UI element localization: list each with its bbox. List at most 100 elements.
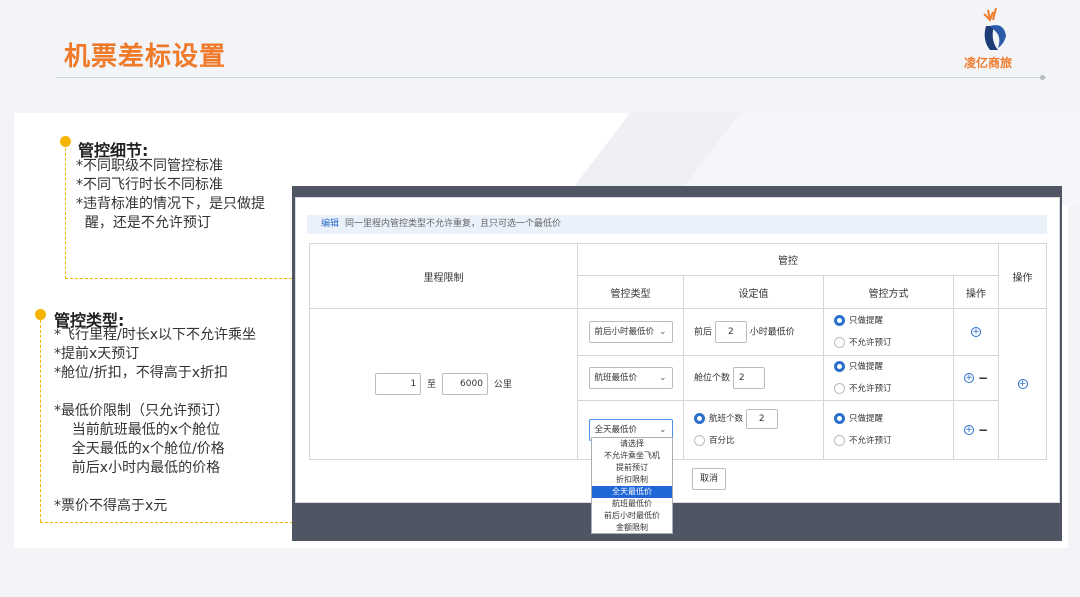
select-value: 航班最低价 <box>594 373 638 383</box>
mode-block-option[interactable]: 不允许预订 <box>834 332 953 354</box>
mode-block-option[interactable]: 不允许预订 <box>834 430 953 452</box>
type-cell: 航班最低价 ⌄ <box>577 355 684 401</box>
value-mode-percent-option[interactable]: 百分比 <box>694 430 823 452</box>
radio-label: 不允许预订 <box>849 338 892 348</box>
header-control-type: 管控类型 <box>577 275 684 309</box>
select-value: 前后小时最低价 <box>594 327 655 337</box>
chevron-down-icon: ⌄ <box>658 327 667 337</box>
note-type-line: 全天最低的x个舱位/价格 <box>54 441 225 457</box>
row-action-cell: + − <box>953 400 999 460</box>
note-detail-dot <box>60 136 71 147</box>
dropdown-option[interactable]: 金额限制 <box>592 522 672 534</box>
hint-text: 同一里程内管控类型不允许重复，且只可选一个最低价 <box>345 219 562 229</box>
note-type-dot <box>35 309 46 320</box>
note-detail-list: *不同职级不同管控标准 *不同飞行时长不同标准 *违背标准的情况下，是只做提 醒… <box>76 157 265 233</box>
mode-block-option[interactable]: 不允许预订 <box>834 378 953 400</box>
note-type-line <box>54 383 256 402</box>
add-row-icon[interactable]: + <box>963 373 974 383</box>
control-type-dropdown[interactable]: 请选择 不允许乘坐飞机 提前预订 折扣限制 全天最低价 航班最低价 前后小时最低… <box>591 437 673 534</box>
value-cell: 舱位个数 2 <box>683 355 824 401</box>
header-control: 管控 <box>577 243 999 276</box>
mode-remind-option[interactable]: 只做提醒 <box>834 356 953 378</box>
dropdown-option[interactable]: 折扣限制 <box>592 474 672 486</box>
value-input[interactable]: 2 <box>732 367 765 389</box>
value-suffix: 小时最低价 <box>749 327 795 338</box>
add-range-icon[interactable]: + <box>1017 378 1028 389</box>
radio-label: 不允许预订 <box>849 436 892 446</box>
dropdown-option[interactable]: 前后小时最低价 <box>592 510 672 522</box>
mileage-cell: 1 至 6000 公里 <box>309 308 578 460</box>
chevron-down-icon: ⌄ <box>658 373 667 383</box>
note-type-line <box>54 478 256 497</box>
dropdown-option-selected[interactable]: 全天最低价 <box>592 486 672 498</box>
note-type-list: *飞行里程/时长x以下不允许乘坐 *提前x天预订 *舱位/折扣，不得高于x折扣 … <box>54 326 256 516</box>
mode-cell: 只做提醒 不允许预订 <box>823 400 954 460</box>
radio-label: 航班个数 <box>709 414 744 424</box>
note-detail-line: *不同飞行时长不同标准 <box>76 177 223 193</box>
mileage-unit: 公里 <box>493 379 512 390</box>
radio-label: 只做提醒 <box>849 316 884 326</box>
header-action-inner: 操作 <box>953 275 999 309</box>
slide-title: 机票差标设置 <box>64 42 227 72</box>
cancel-button[interactable]: 取消 <box>692 468 726 490</box>
title-divider-end <box>1040 75 1045 80</box>
mode-cell: 只做提醒 不允许预订 <box>823 308 954 356</box>
select-value: 全天最低价 <box>594 425 638 435</box>
mode-remind-option[interactable]: 只做提醒 <box>834 310 953 332</box>
note-type-line: *票价不得高于x元 <box>54 498 168 514</box>
control-type-select[interactable]: 航班最低价 ⌄ <box>588 367 673 389</box>
radio-label: 只做提醒 <box>849 414 884 424</box>
company-logo: 凌亿商旅 <box>960 4 1040 72</box>
dropdown-option[interactable]: 不允许乘坐飞机 <box>592 450 672 462</box>
header-mileage: 里程限制 <box>309 243 578 309</box>
remove-row-icon[interactable]: − <box>978 423 988 437</box>
value-input[interactable]: 2 <box>745 408 778 429</box>
radio-selected-icon <box>834 361 845 372</box>
dropdown-option[interactable]: 提前预订 <box>592 462 672 474</box>
value-cell: 前后 2 小时最低价 <box>683 308 824 356</box>
radio-label: 百分比 <box>709 436 735 446</box>
logo-text: 凌亿商旅 <box>964 56 1013 70</box>
mileage-sep: 至 <box>427 379 437 390</box>
note-detail-line: *不同职级不同管控标准 <box>76 158 223 174</box>
value-prefix: 前后 <box>694 327 713 338</box>
note-type-line: *提前x天预订 <box>54 346 140 362</box>
radio-empty-icon <box>834 337 845 348</box>
deer-logo-icon <box>983 7 1006 50</box>
control-table: 里程限制 管控 操作 管控类型 设定值 管控方式 操作 1 至 6000 公里 … <box>309 243 1047 460</box>
add-row-icon[interactable]: + <box>971 326 981 337</box>
mileage-from-input[interactable]: 1 <box>375 373 422 395</box>
note-detail-line: 醒，还是不允许预订 <box>76 215 211 231</box>
note-type-line: *舱位/折扣，不得高于x折扣 <box>54 365 229 381</box>
note-type-line: *飞行里程/时长x以下不允许乘坐 <box>54 327 257 343</box>
edit-link[interactable]: 编辑 <box>321 219 339 229</box>
mode-remind-option[interactable]: 只做提醒 <box>834 408 953 430</box>
radio-selected-icon <box>834 315 845 326</box>
note-detail-line: *违背标准的情况下，是只做提 <box>76 196 265 212</box>
connector-line <box>65 278 327 279</box>
remove-row-icon[interactable]: − <box>978 371 988 385</box>
table-row: 1 至 6000 公里 前后小时最低价 ⌄ 前后 2 小时最低价 只做提醒 不允许… <box>309 308 1047 460</box>
connector-line <box>40 320 41 522</box>
outer-action-cell: + <box>998 308 1047 460</box>
header-action-outer: 操作 <box>998 243 1047 309</box>
value-mode-count-option[interactable]: 航班个数 2 <box>694 408 823 430</box>
radio-label: 只做提醒 <box>849 362 884 372</box>
value-prefix: 舱位个数 <box>694 373 731 384</box>
value-input[interactable]: 2 <box>714 321 747 343</box>
note-type-line: 前后x小时内最低的价格 <box>54 460 221 476</box>
title-divider <box>56 77 1046 78</box>
header-set-value: 设定值 <box>683 275 824 309</box>
radio-selected-icon <box>834 413 845 424</box>
dropdown-option[interactable]: 航班最低价 <box>592 498 672 510</box>
control-type-select[interactable]: 前后小时最低价 ⌄ <box>588 321 673 343</box>
mode-cell: 只做提醒 不允许预订 <box>823 355 954 401</box>
connector-line <box>65 148 66 279</box>
mileage-to-input[interactable]: 6000 <box>441 373 488 395</box>
add-row-icon[interactable]: + <box>963 425 974 435</box>
radio-selected-icon <box>694 413 705 424</box>
dropdown-option[interactable]: 请选择 <box>592 438 672 450</box>
note-type-line: 当前航班最低的x个舱位 <box>54 422 221 438</box>
radio-empty-icon <box>694 435 705 446</box>
radio-label: 不允许预订 <box>849 384 892 394</box>
